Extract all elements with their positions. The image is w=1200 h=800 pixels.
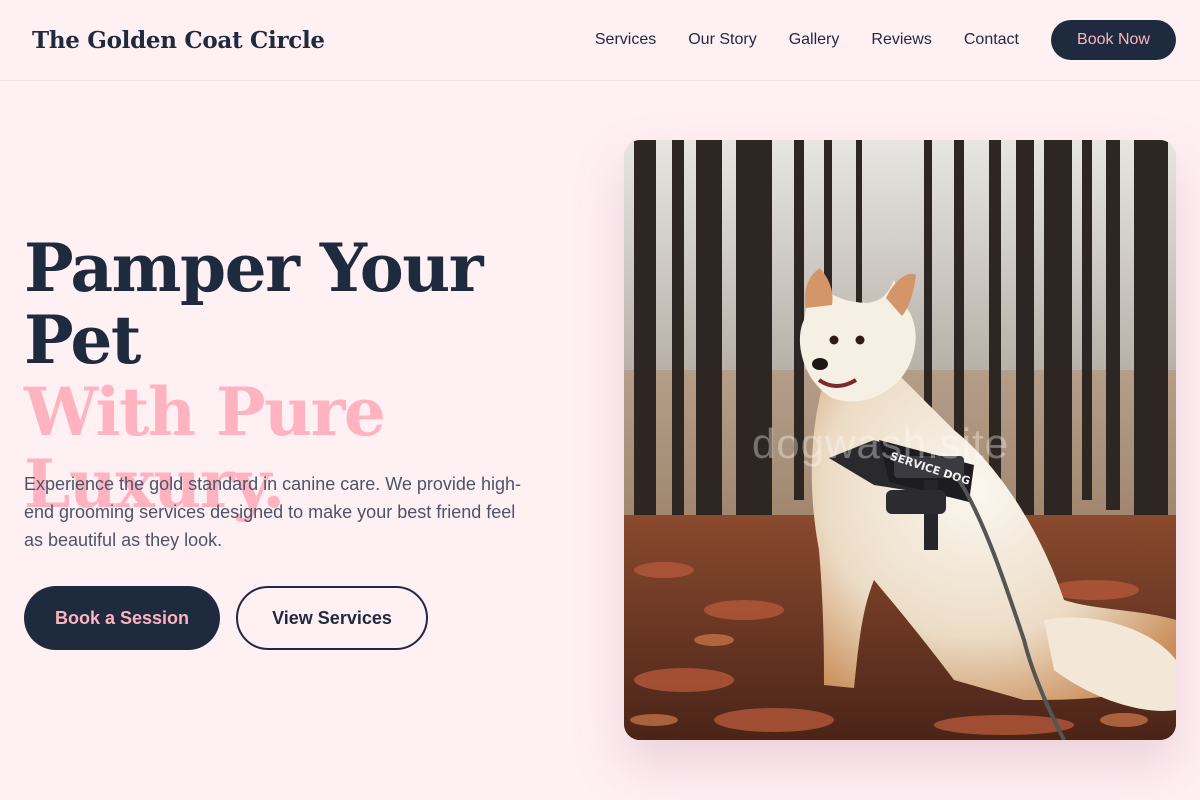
main-nav: Services Our Story Gallery Reviews Conta… bbox=[595, 20, 1176, 60]
book-now-button[interactable]: Book Now bbox=[1051, 20, 1176, 60]
nav-link-reviews[interactable]: Reviews bbox=[871, 31, 931, 49]
hero-title-line1: Pamper Your Pet bbox=[24, 229, 484, 379]
book-session-button[interactable]: Book a Session bbox=[24, 586, 220, 650]
nav-link-services[interactable]: Services bbox=[595, 31, 656, 49]
nav-link-gallery[interactable]: Gallery bbox=[789, 31, 840, 49]
hero-description: Experience the gold standard in canine c… bbox=[24, 474, 521, 550]
image-watermark: dogwash.site bbox=[752, 420, 1010, 467]
nav-link-contact[interactable]: Contact bbox=[964, 31, 1019, 49]
nav-link-our-story[interactable]: Our Story bbox=[688, 31, 756, 49]
brand-logo[interactable]: The Golden Coat Circle bbox=[32, 27, 325, 54]
site-header: The Golden Coat Circle Services Our Stor… bbox=[0, 0, 1200, 81]
hero-dog-image: SERVICE DOG dogwash.site bbox=[624, 140, 1176, 740]
view-services-button[interactable]: View Services bbox=[236, 586, 428, 650]
